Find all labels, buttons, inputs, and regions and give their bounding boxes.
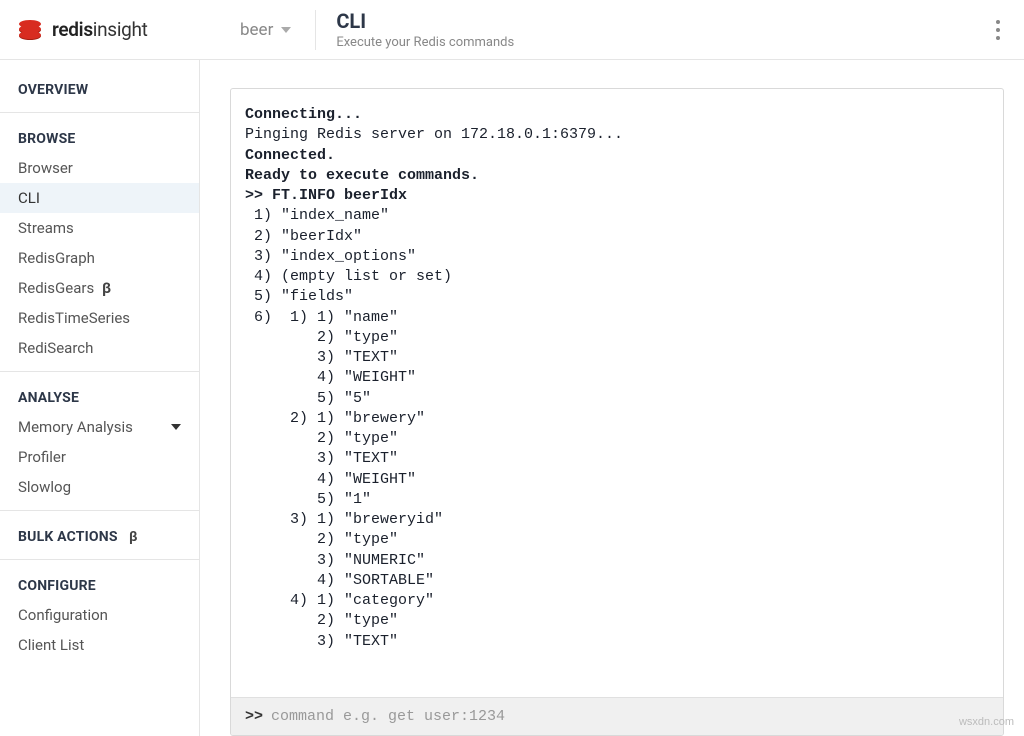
page-header: CLI Execute your Redis commands bbox=[316, 9, 534, 50]
nav-separator bbox=[0, 559, 199, 560]
beta-badge: β bbox=[102, 279, 111, 297]
brand-logo[interactable]: redisinsight bbox=[16, 18, 216, 42]
nav-separator bbox=[0, 510, 199, 511]
sidebar-item-profiler[interactable]: Profiler bbox=[0, 442, 199, 472]
sidebar-item-redistimeseries[interactable]: RedisTimeSeries bbox=[0, 303, 199, 333]
sidebar-item-redisgears[interactable]: RedisGears β bbox=[0, 273, 199, 303]
sidebar-item-browser[interactable]: Browser bbox=[0, 153, 199, 183]
main-content: Connecting...Pinging Redis server on 172… bbox=[200, 60, 1024, 736]
nav-section-overview[interactable]: OVERVIEW bbox=[0, 72, 199, 104]
cli-panel: Connecting...Pinging Redis server on 172… bbox=[230, 88, 1004, 736]
chevron-down-icon bbox=[281, 27, 291, 33]
database-name: beer bbox=[240, 20, 273, 40]
sidebar: OVERVIEW BROWSE Browser CLI Streams Redi… bbox=[0, 60, 200, 736]
nav-separator bbox=[0, 112, 199, 113]
watermark: wsxdn.com bbox=[959, 716, 1014, 728]
sidebar-item-redisearch[interactable]: RediSearch bbox=[0, 333, 199, 363]
sidebar-item-slowlog[interactable]: Slowlog bbox=[0, 472, 199, 502]
database-selector[interactable]: beer bbox=[216, 20, 315, 40]
nav-section-bulk-actions[interactable]: BULK ACTIONS β bbox=[0, 519, 199, 551]
nav-section-browse: BROWSE bbox=[0, 121, 199, 153]
sidebar-item-redisgraph[interactable]: RedisGraph bbox=[0, 243, 199, 273]
sidebar-item-streams[interactable]: Streams bbox=[0, 213, 199, 243]
brand-name: redisinsight bbox=[52, 18, 148, 41]
sidebar-item-cli[interactable]: CLI bbox=[0, 183, 199, 213]
kebab-menu-icon[interactable] bbox=[988, 12, 1008, 48]
sidebar-item-configuration[interactable]: Configuration bbox=[0, 600, 199, 630]
beta-badge: β bbox=[129, 529, 138, 545]
cli-output[interactable]: Connecting...Pinging Redis server on 172… bbox=[231, 89, 1003, 697]
nav-section-configure: CONFIGURE bbox=[0, 568, 199, 600]
page-subtitle: Execute your Redis commands bbox=[336, 35, 514, 50]
sidebar-item-memory-analysis[interactable]: Memory Analysis bbox=[0, 412, 199, 442]
caret-down-icon bbox=[171, 424, 181, 430]
nav-separator bbox=[0, 371, 199, 372]
cli-input-prompt: >> bbox=[245, 708, 263, 725]
cli-input-bar[interactable]: >> bbox=[231, 697, 1003, 735]
redis-logo-icon bbox=[16, 18, 44, 42]
topbar: redisinsight beer CLI Execute your Redis… bbox=[0, 0, 1024, 60]
nav-section-analyse: ANALYSE bbox=[0, 380, 199, 412]
cli-command-input[interactable] bbox=[271, 708, 989, 725]
page-title: CLI bbox=[336, 9, 514, 33]
sidebar-item-client-list[interactable]: Client List bbox=[0, 630, 199, 660]
